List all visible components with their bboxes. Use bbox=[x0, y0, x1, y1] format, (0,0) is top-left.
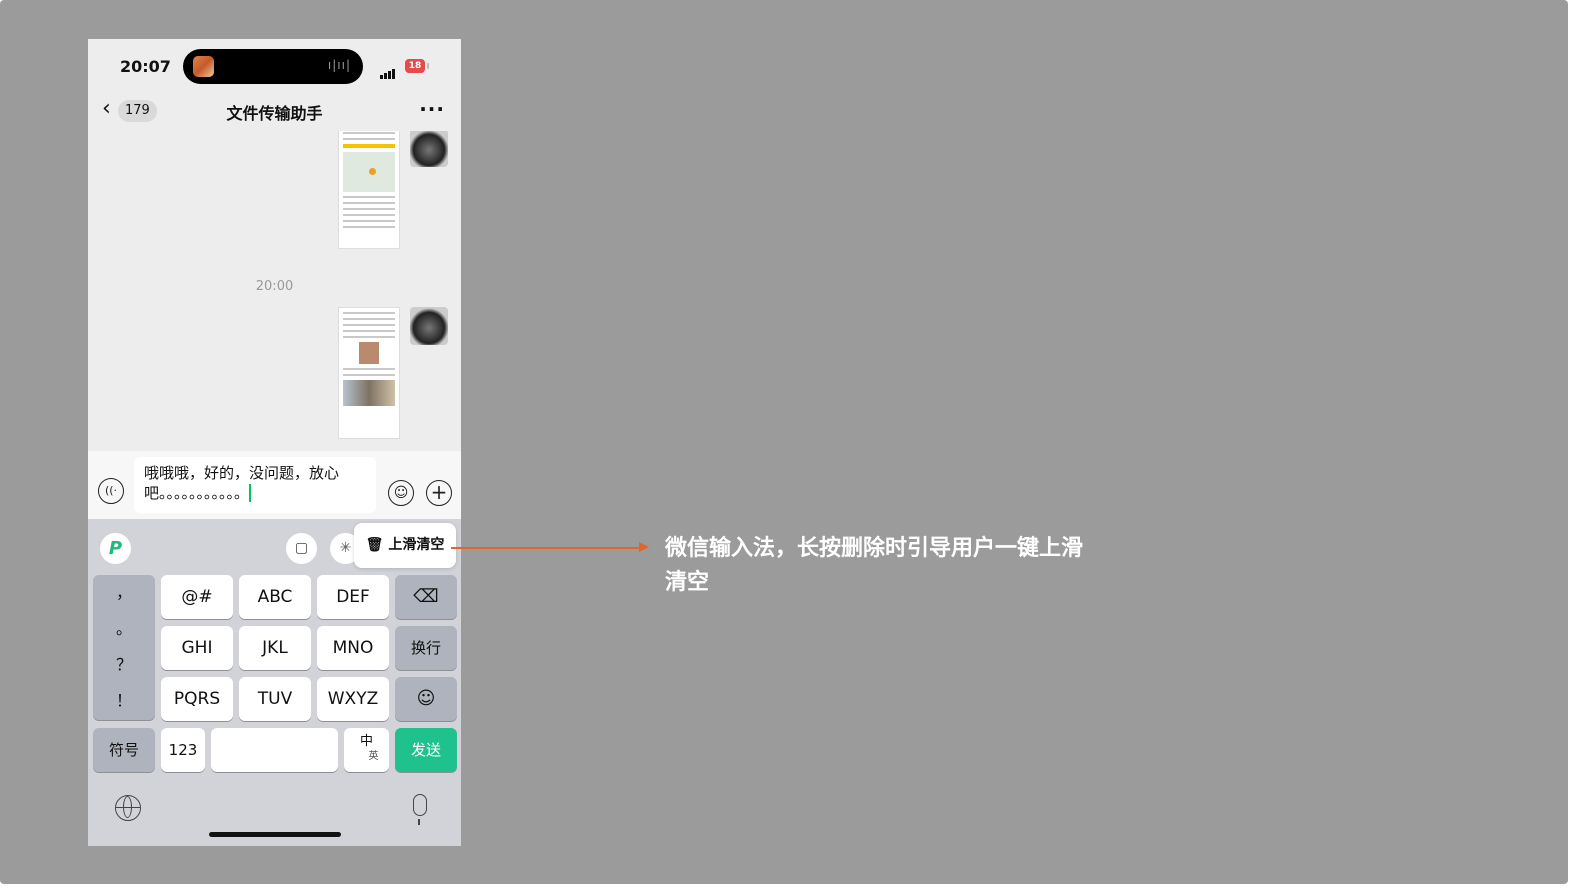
key-jkl[interactable]: JKL bbox=[239, 626, 311, 670]
emoji-key[interactable]: ☺ bbox=[395, 677, 457, 721]
clipboard-icon[interactable]: ▢ bbox=[286, 533, 317, 564]
key-wxyz[interactable]: WXYZ bbox=[317, 677, 389, 721]
lang-en-label: 英 bbox=[368, 751, 379, 762]
chat-area[interactable]: 20:00 bbox=[88, 131, 461, 451]
punct-key-question[interactable]: ？ bbox=[93, 647, 155, 683]
swipe-clear-label: 上滑清空 bbox=[388, 537, 445, 553]
punct-key-exclamation[interactable]: ！ bbox=[93, 683, 155, 719]
screenshot-message-feed[interactable] bbox=[338, 307, 400, 439]
wechat-input-logo-icon[interactable]: P bbox=[100, 533, 131, 564]
key-abc[interactable]: ABC bbox=[239, 575, 311, 619]
microphone-icon[interactable] bbox=[413, 794, 427, 825]
symbols-key[interactable]: 符号 bbox=[93, 728, 155, 772]
message-input-text: 哦哦哦，好的，没问题，放心吧。。。。。。。。。。。 bbox=[144, 464, 340, 502]
more-options-icon[interactable]: ··· bbox=[419, 97, 445, 121]
home-indicator bbox=[209, 832, 341, 837]
key-pqrs[interactable]: PQRS bbox=[161, 677, 233, 721]
punct-key-period[interactable]: 。 bbox=[93, 611, 155, 647]
message-timestamp: 20:00 bbox=[255, 279, 294, 294]
language-switch-key[interactable]: 中 英 bbox=[344, 728, 389, 772]
avatar[interactable] bbox=[410, 131, 448, 167]
now-playing-thumbnail bbox=[193, 56, 214, 77]
numbers-key[interactable]: 123 bbox=[161, 728, 205, 772]
key-tuv[interactable]: TUV bbox=[239, 677, 311, 721]
annotation-arrow-line bbox=[451, 547, 646, 549]
chat-title: 文件传输助手 bbox=[226, 104, 323, 123]
space-key[interactable] bbox=[211, 728, 338, 772]
status-bar: 20:07 ı|ıı| 18 bbox=[88, 39, 461, 91]
plus-icon[interactable]: + bbox=[426, 480, 452, 506]
avatar[interactable] bbox=[410, 307, 448, 345]
phone-screen: 20:07 ı|ıı| 18 ‹ 179 文件传输助手 ··· 20:00 ((… bbox=[88, 39, 461, 846]
punct-key-comma[interactable]: ， bbox=[93, 575, 155, 611]
message-input[interactable]: 哦哦哦，好的，没问题，放心吧。。。。。。。。。。。 bbox=[134, 457, 376, 513]
audio-wave-icon: ı|ıı| bbox=[327, 58, 351, 72]
backspace-icon: ⌫ bbox=[413, 586, 439, 607]
keyboard: P ▢ ✳ 🗑 上滑清空 ， 。 ？ ！ @# ABC DEF ⌫ GHI JK… bbox=[88, 519, 461, 846]
key-def[interactable]: DEF bbox=[317, 575, 389, 619]
punctuation-column[interactable]: ， 。 ？ ！ bbox=[93, 575, 155, 720]
text-caret bbox=[249, 484, 252, 502]
lang-zh-label: 中 bbox=[359, 734, 373, 749]
screenshot-message-map[interactable] bbox=[338, 131, 400, 249]
dynamic-island[interactable]: ı|ıı| bbox=[183, 49, 363, 84]
input-bar: ((· 哦哦哦，好的，没问题，放心吧。。。。。。。。。。。 ☺ + bbox=[88, 451, 461, 519]
return-key[interactable]: 换行 bbox=[395, 626, 457, 670]
backspace-key[interactable]: ⌫ bbox=[395, 575, 457, 619]
status-time: 20:07 bbox=[120, 57, 171, 76]
annotation-text: 微信输入法，长按删除时引导用户一键上滑清空 bbox=[665, 536, 1084, 595]
emoji-key-icon: ☺ bbox=[416, 688, 436, 709]
voice-input-icon[interactable]: ((· bbox=[98, 478, 124, 504]
battery-indicator: 18 bbox=[405, 59, 429, 73]
swipe-clear-tooltip[interactable]: 🗑 上滑清空 bbox=[354, 523, 456, 568]
globe-icon[interactable] bbox=[115, 795, 141, 821]
key-mno[interactable]: MNO bbox=[317, 626, 389, 670]
send-key[interactable]: 发送 bbox=[395, 728, 457, 772]
signal-icon bbox=[380, 60, 396, 79]
annotation-arrow-head bbox=[639, 542, 649, 552]
key-at-hash[interactable]: @# bbox=[161, 575, 233, 619]
chat-header: ‹ 179 文件传输助手 ··· bbox=[88, 91, 461, 131]
emoji-icon[interactable]: ☺ bbox=[388, 480, 414, 506]
key-ghi[interactable]: GHI bbox=[161, 626, 233, 670]
